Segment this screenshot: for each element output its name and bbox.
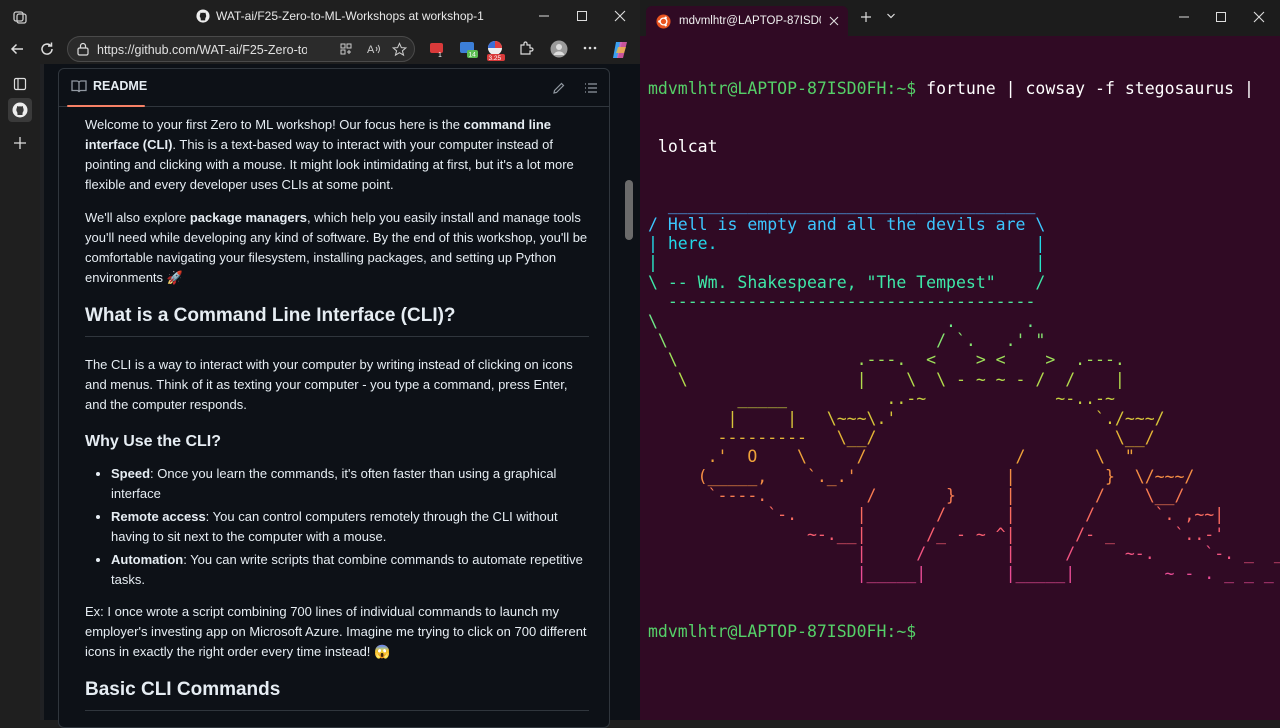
read-aloud-icon[interactable]: A — [366, 42, 382, 56]
terminal-tab[interactable]: mdvmlhtr@LAPTOP-87ISD0FH — [646, 6, 848, 36]
book-icon — [71, 79, 87, 93]
output-line: (_____, `._.' | } \/~~~/ — [648, 466, 1195, 486]
command-line-cont: lolcat — [648, 137, 718, 157]
output-line: \ .---. < > < > .---. — [648, 350, 1125, 370]
outline-list-icon[interactable] — [584, 81, 598, 95]
output-line: / Hell is empty and all the devils are \ — [648, 214, 1046, 234]
output-line: `----. / } | / \__/ — [648, 486, 1185, 506]
extension-red-icon[interactable]: 1 — [428, 40, 446, 58]
output-line: ~-.__| /_ - ~ ^| /- _ `..-' — [648, 524, 1225, 544]
output-line: \ -- Wm. Shakespeare, "The Tempest" / — [648, 272, 1046, 292]
output-line: `-. | / | / `. ,~~| — [648, 505, 1225, 525]
list-item: Remote access: You can control computers… — [111, 507, 589, 547]
refresh-icon[interactable] — [38, 40, 56, 58]
close-icon[interactable] — [1253, 11, 1265, 23]
url-text[interactable]: https://github.com/WAT-ai/F25-Zero-to-ML… — [97, 43, 307, 57]
browser-vertical-sidebar — [0, 64, 40, 720]
cli-paragraph: The CLI is a way to interact with your c… — [85, 357, 573, 412]
edit-pencil-icon[interactable] — [552, 81, 566, 95]
extension-chrome-icon[interactable]: 3.25 — [484, 40, 506, 62]
browser-window-title: WAT-ai/F25-Zero-to-ML-Workshops at works… — [216, 9, 484, 23]
readme-body: Welcome to your first Zero to ML worksho… — [85, 115, 589, 727]
list-item: Speed: Once you learn the commands, it's… — [111, 464, 589, 504]
terminal-tab-title: mdvmlhtr@LAPTOP-87ISD0FH — [679, 15, 821, 27]
terminal-screen[interactable]: mdvmlhtr@LAPTOP-87ISD0FH:~$ fortune | co… — [648, 40, 1280, 680]
output-line: | | — [648, 253, 1046, 273]
extensions-puzzle-icon[interactable] — [518, 40, 534, 56]
output-line: | | \~~~\.' `./~~~/ — [648, 408, 1165, 428]
prompt: mdvmlhtr@LAPTOP-87ISD0FH:~$ — [648, 621, 917, 641]
maximize-icon[interactable] — [1215, 11, 1227, 23]
readme-tab[interactable]: README — [71, 79, 147, 93]
output-line: _____ ..-~ ~-..-~ — [648, 389, 1115, 409]
ext1-badge: 1 — [438, 52, 442, 58]
github-icon — [196, 9, 210, 23]
new-tab-plus-icon[interactable] — [8, 131, 32, 155]
page-content: README Welcome to your first Zero to ML … — [44, 64, 640, 728]
workspaces-icon[interactable] — [12, 9, 28, 25]
terminal-window: mdvmlhtr@LAPTOP-87ISD0FH mdvmlhtr@LAPTOP… — [640, 0, 1280, 720]
ubuntu-icon — [656, 13, 671, 29]
cowsay-output: _____________________________________ / H… — [648, 195, 1280, 583]
tab-github-icon[interactable] — [8, 98, 32, 122]
profile-avatar-icon[interactable] — [550, 40, 568, 58]
list-item: Automation: You can write scripts that c… — [111, 550, 589, 590]
site-info-icon[interactable] — [76, 42, 90, 56]
chevron-down-icon[interactable] — [886, 11, 896, 21]
heading-why-cli: Why Use the CLI? — [85, 433, 222, 450]
copilot-icon[interactable] — [610, 40, 630, 60]
package-managers-term: package managers — [189, 210, 307, 225]
readme-header: README — [59, 69, 609, 107]
output-line: .' O \ / / \ " — [648, 447, 1135, 467]
address-bar[interactable]: https://github.com/WAT-ai/F25-Zero-to-ML… — [67, 36, 415, 62]
minimize-icon[interactable] — [536, 8, 552, 24]
command-text: fortune | cowsay -f stegosaurus | — [916, 78, 1254, 98]
browser-titlebar: WAT-ai/F25-Zero-to-ML-Workshops at works… — [0, 0, 640, 34]
favorite-star-icon[interactable] — [392, 42, 407, 57]
readme-tab-label: README — [93, 79, 148, 93]
readme-tab-underline — [67, 105, 145, 107]
ext3-badge: 3.25 — [489, 55, 502, 62]
output-line: | here. | — [648, 234, 1046, 253]
output-line: \ | \ \ - ~ ~ - / / | — [648, 369, 1125, 389]
intro-paragraph-1: Welcome to your first Zero to ML worksho… — [85, 117, 574, 192]
page-scrollbar[interactable] — [625, 180, 633, 240]
tab-actions-icon[interactable] — [8, 72, 32, 96]
browser-window: WAT-ai/F25-Zero-to-ML-Workshops at works… — [0, 0, 640, 728]
readme-panel: README Welcome to your first Zero to ML … — [58, 68, 610, 728]
heading-what-is-cli: What is a Command Line Interface (CLI)? — [85, 303, 589, 337]
prompt: mdvmlhtr@LAPTOP-87ISD0FH:~$ — [648, 78, 917, 98]
output-line: |_____| |_____| ~ - . _ _ _ _ _> — [648, 563, 1280, 583]
output-line: | / | / ~-. `-. _ _ _ — [648, 544, 1280, 564]
output-line: \ / `. .' " — [648, 330, 1046, 350]
more-options-icon[interactable] — [582, 40, 598, 56]
last-prompt-line: mdvmlhtr@LAPTOP-87ISD0FH:~$ — [648, 622, 1274, 641]
intro-paragraph-2: We'll also explore package managers, whi… — [85, 210, 588, 285]
output-line: \ . . — [648, 311, 1036, 331]
terminal-tabbar: mdvmlhtr@LAPTOP-87ISD0FH — [640, 0, 1280, 36]
output-line: ------------------------------------- — [648, 292, 1036, 312]
heading-basic-commands: Basic CLI Commands — [85, 677, 589, 711]
close-tab-icon[interactable] — [829, 16, 839, 26]
browser-toolbar: https://github.com/WAT-ai/F25-Zero-to-ML… — [0, 34, 640, 64]
extension-green-icon[interactable]: 14 — [459, 40, 479, 58]
app-available-icon[interactable] — [339, 42, 353, 56]
close-icon[interactable] — [612, 8, 628, 24]
ext2-badge: 14 — [469, 52, 477, 59]
example-paragraph: Ex: I once wrote a script combining 700 … — [85, 604, 587, 659]
back-icon[interactable] — [8, 40, 26, 58]
output-line: --------- \__/ \__/ — [648, 427, 1155, 447]
output-line: _____________________________________ — [648, 195, 1036, 215]
maximize-icon[interactable] — [574, 8, 590, 24]
command-line: mdvmlhtr@LAPTOP-87ISD0FH:~$ fortune | co… — [648, 79, 1274, 98]
svg-text:A: A — [367, 44, 375, 56]
new-tab-plus-icon[interactable] — [860, 11, 872, 23]
why-cli-list: Speed: Once you learn the commands, it's… — [111, 464, 589, 590]
minimize-icon[interactable] — [1178, 11, 1190, 23]
